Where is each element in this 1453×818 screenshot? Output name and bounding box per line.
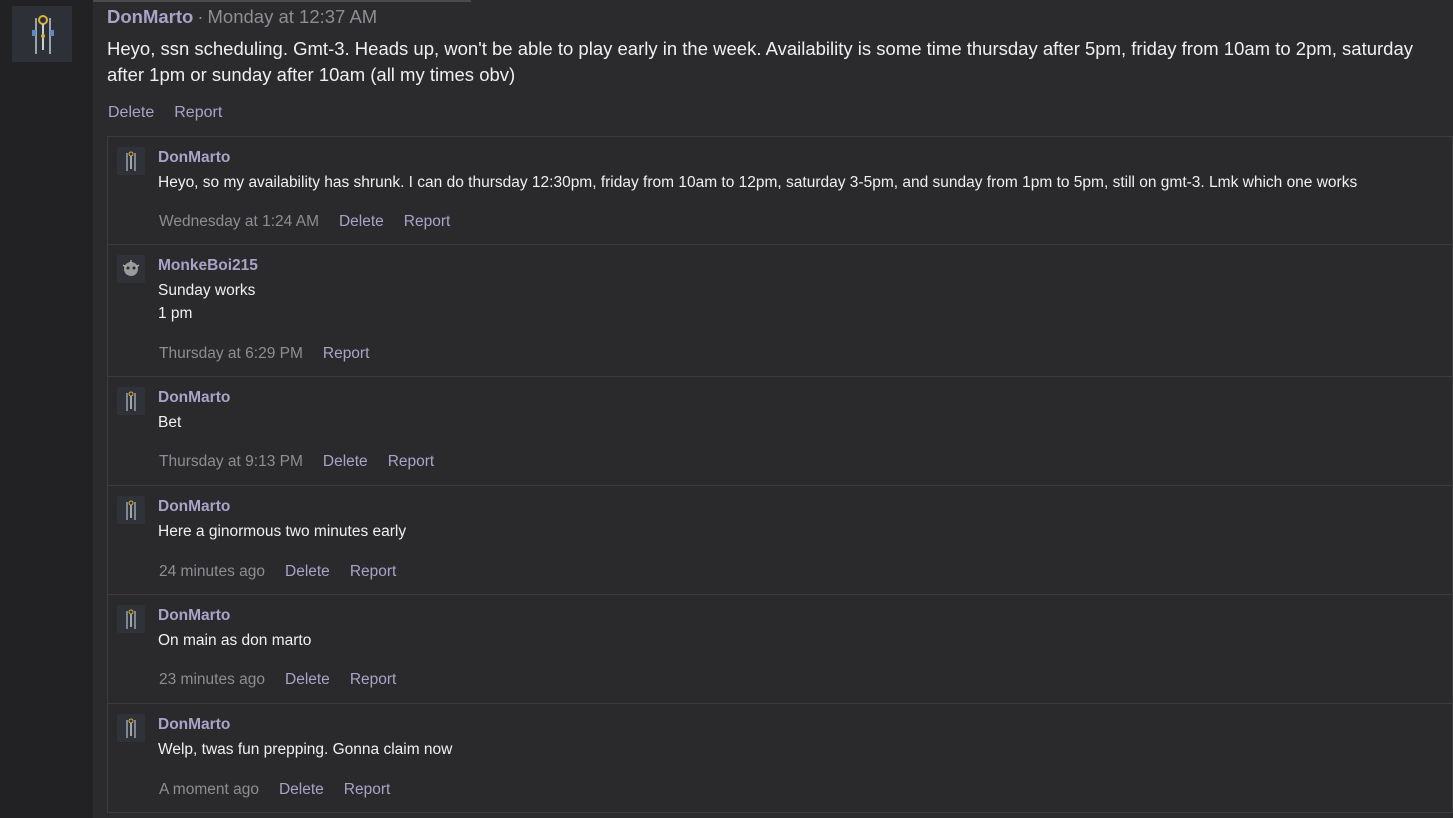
comment: DonMarto On main as don marto 23 minutes… (108, 595, 1452, 704)
comment: DonMarto Welp, twas fun prepping. Gonna … (108, 704, 1452, 813)
comment-timestamp[interactable]: Thursday at 6:29 PM (159, 345, 303, 363)
status-report-button[interactable]: Report (174, 104, 222, 122)
comment-body: Welp, twas fun prepping. Gonna claim now (158, 738, 1428, 761)
comment-timestamp[interactable]: A moment ago (159, 781, 259, 799)
comment-list: DonMarto Heyo, so my availability has sh… (107, 136, 1453, 813)
comment-body: Here a ginormous two minutes early (158, 520, 1428, 543)
report-button[interactable]: Report (344, 781, 391, 799)
report-button[interactable]: Report (323, 345, 370, 363)
status-separator: · (197, 6, 204, 27)
avatar[interactable] (117, 387, 145, 415)
status-timestamp[interactable]: Monday at 12:37 AM (208, 6, 378, 28)
comment-body: Sunday works 1 pm (158, 279, 1428, 325)
status-delete-button[interactable]: Delete (108, 104, 154, 122)
comment-line: 1 pm (158, 305, 193, 322)
avatar[interactable] (12, 6, 72, 62)
comment-meta: Thursday at 6:29 PM Report (159, 345, 369, 363)
comment: DonMarto Heyo, so my availability has sh… (108, 137, 1452, 245)
comment-meta: Wednesday at 1:24 AM Delete Report (159, 213, 450, 231)
character-avatar-icon (126, 609, 136, 629)
comment-timestamp[interactable]: 23 minutes ago (159, 671, 265, 689)
comment: DonMarto Bet Thursday at 9:13 PM Delete … (108, 377, 1452, 486)
comment-timestamp[interactable]: Wednesday at 1:24 AM (159, 213, 319, 231)
delete-button[interactable]: Delete (323, 453, 368, 471)
avatar[interactable] (117, 147, 145, 175)
comment-author[interactable]: DonMarto (158, 149, 230, 167)
character-avatar-icon (126, 151, 136, 171)
comment-meta: 24 minutes ago Delete Report (159, 563, 396, 581)
comment-body: On main as don marto (158, 629, 1428, 652)
comment-line: Bet (158, 414, 182, 431)
report-button[interactable]: Report (404, 213, 451, 231)
comment-author[interactable]: DonMarto (158, 607, 230, 625)
report-button[interactable]: Report (350, 563, 397, 581)
avatar[interactable] (117, 496, 145, 524)
comment-body: Bet (158, 411, 1428, 434)
comment-line: Sunday works (158, 282, 256, 299)
delete-button[interactable]: Delete (279, 781, 324, 799)
character-avatar-icon (126, 500, 136, 520)
status-author[interactable]: DonMarto (107, 6, 193, 28)
status-message: Heyo, ssn scheduling. Gmt-3. Heads up, w… (107, 38, 1414, 85)
report-button[interactable]: Report (388, 453, 435, 471)
comment-line: On main as don marto (158, 632, 312, 649)
comment: MonkeBoi215 Sunday works 1 pm Thursday a… (108, 245, 1452, 377)
status-actions: Delete Report (108, 104, 222, 122)
comment-timestamp[interactable]: Thursday at 9:13 PM (159, 453, 303, 471)
comment-timestamp[interactable]: 24 minutes ago (159, 563, 265, 581)
left-rail (0, 0, 93, 818)
comment-author[interactable]: MonkeBoi215 (158, 257, 258, 275)
comment-author[interactable]: DonMarto (158, 389, 230, 407)
comment-body: Heyo, so my availability has shrunk. I c… (158, 171, 1428, 194)
delete-button[interactable]: Delete (339, 213, 384, 231)
monkey-avatar-icon (122, 260, 140, 276)
comment-line: Heyo, so my availability has shrunk. I c… (158, 174, 1358, 191)
character-avatar-icon (126, 718, 136, 738)
report-button[interactable]: Report (350, 671, 397, 689)
comment: DonMarto Here a ginormous two minutes ea… (108, 486, 1452, 595)
comment-meta: A moment ago Delete Report (159, 781, 390, 799)
comment-meta: 23 minutes ago Delete Report (159, 671, 396, 689)
comment-line: Welp, twas fun prepping. Gonna claim now (158, 741, 453, 758)
avatar[interactable] (117, 714, 145, 742)
avatar[interactable] (117, 255, 145, 283)
comment-meta: Thursday at 9:13 PM Delete Report (159, 453, 434, 471)
comment-author[interactable]: DonMarto (158, 716, 230, 734)
delete-button[interactable]: Delete (285, 563, 330, 581)
comment-author[interactable]: DonMarto (158, 498, 230, 516)
character-avatar-icon (12, 6, 72, 62)
status-header: DonMarto · Monday at 12:37 AM (107, 0, 377, 34)
comment-line: Here a ginormous two minutes early (158, 523, 407, 540)
character-avatar-icon (126, 391, 136, 411)
avatar[interactable] (117, 605, 145, 633)
delete-button[interactable]: Delete (285, 671, 330, 689)
